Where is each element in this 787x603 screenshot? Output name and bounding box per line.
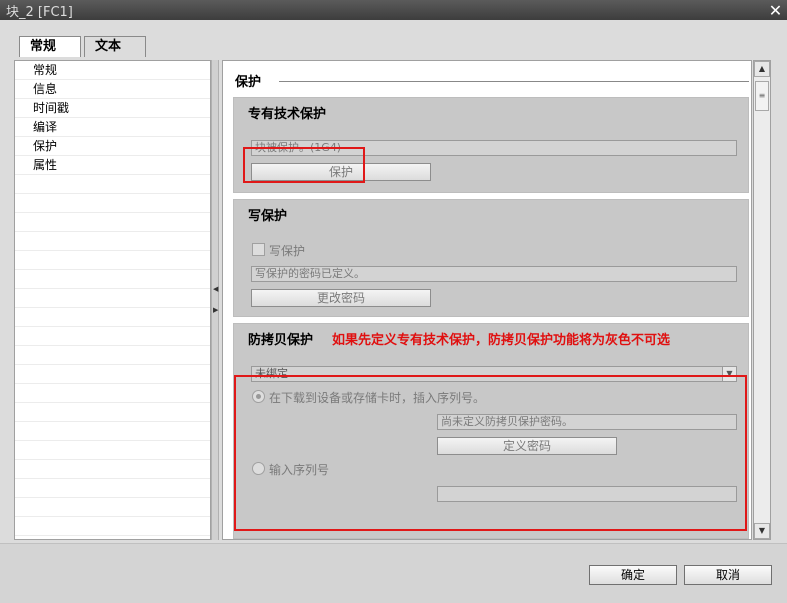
ok-button[interactable]: 确定 <box>589 565 677 585</box>
tab-general[interactable]: 常规 <box>19 36 81 57</box>
scroll-up-icon[interactable]: ▲ <box>754 61 770 77</box>
nav-item-general[interactable]: 常规 <box>15 61 210 80</box>
nav-item-attributes[interactable]: 属性 <box>15 156 210 175</box>
dialog-footer: 确定 取消 <box>0 543 787 603</box>
highlight-know-how-status <box>243 147 365 183</box>
copy-protect-annotation: 如果先定义专有技术保护，防拷贝保护功能将为灰色不可选 <box>332 333 671 348</box>
write-protect-status-field: 写保护的密码已定义。 <box>251 266 737 282</box>
panel-splitter[interactable]: ◀ ▶ <box>211 60 219 540</box>
cancel-button[interactable]: 取消 <box>684 565 772 585</box>
write-protect-title: 写保护 <box>248 209 288 224</box>
write-protection-group: 写保护 写保护 写保护的密码已定义。 更改密码 <box>233 199 749 317</box>
expand-right-icon[interactable]: ▶ <box>213 303 218 317</box>
know-how-title: 专有技术保护 <box>248 107 327 122</box>
nav-item-protection[interactable]: 保护 <box>15 137 210 156</box>
change-password-button[interactable]: 更改密码 <box>251 289 431 307</box>
section-title: 保护 <box>235 75 262 90</box>
navigation-tree: 常规 信息 时间戳 编译 保护 属性 <box>14 60 211 540</box>
collapse-left-icon[interactable]: ◀ <box>213 282 218 296</box>
write-protect-checkbox-label: 写保护 <box>269 244 306 258</box>
title-bar: 块_2 [FC1] ✕ <box>0 0 787 20</box>
tab-text[interactable]: 文本 <box>84 36 146 57</box>
scroll-thumb[interactable]: ≡ <box>755 81 769 111</box>
vertical-scrollbar[interactable]: ▲ ≡ ▼ <box>753 60 771 540</box>
dialog-body: 常规 文本 常规 信息 时间戳 编译 保护 属性 ◀ ▶ 保护 专有技术保护 块… <box>0 20 787 603</box>
window-title: 块_2 [FC1] <box>6 5 73 20</box>
close-icon[interactable]: ✕ <box>767 2 784 19</box>
nav-item-info[interactable]: 信息 <box>15 80 210 99</box>
write-protect-checkbox[interactable] <box>252 243 265 256</box>
copy-protect-title: 防拷贝保护 <box>248 333 314 348</box>
nav-item-compile[interactable]: 编译 <box>15 118 210 137</box>
section-divider <box>279 81 749 82</box>
scroll-down-icon[interactable]: ▼ <box>754 523 770 539</box>
nav-item-timestamp[interactable]: 时间戳 <box>15 99 210 118</box>
properties-content: 保护 专有技术保护 块被保护。(1G4) 保护 写保护 写保护 写保护的密码已定… <box>222 60 752 540</box>
highlight-copy-protection <box>234 375 747 531</box>
